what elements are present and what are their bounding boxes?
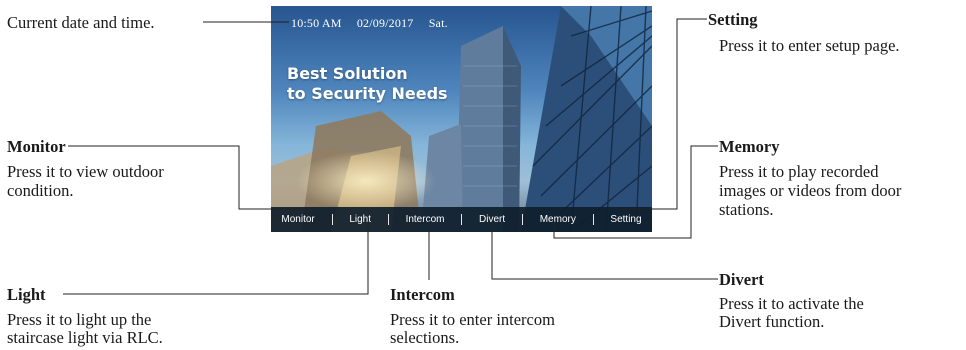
- light-desc-2: staircase light via RLC.: [7, 328, 163, 347]
- time-text: 10:50 AM: [291, 16, 342, 30]
- date-text: 02/09/2017: [356, 16, 414, 30]
- slogan-line-2: to Security Needs: [287, 84, 448, 103]
- menu-divert-button[interactable]: Divert: [475, 214, 509, 225]
- menu-divider: [592, 214, 594, 225]
- day-text: Sat.: [428, 16, 448, 30]
- menu-divider: [387, 214, 389, 225]
- menu-monitor-button[interactable]: Monitor: [277, 214, 318, 225]
- slogan-line-1: Best Solution: [287, 64, 408, 83]
- memory-desc-1: Press it to play recorded: [719, 162, 879, 181]
- monitor-title: Monitor: [7, 137, 66, 156]
- city-skyline-image: [271, 6, 652, 232]
- intercom-title: Intercom: [390, 285, 455, 304]
- light-title: Light: [7, 285, 46, 304]
- light-desc-1: Press it to light up the: [7, 310, 152, 329]
- datetime-callout: Current date and time.: [7, 13, 155, 32]
- setting-title: Setting: [708, 10, 758, 29]
- menu-bar: Monitor Light Intercom Divert Memory Set…: [271, 207, 652, 232]
- divert-desc-2: Divert function.: [719, 312, 825, 331]
- menu-memory-button[interactable]: Memory: [536, 214, 580, 225]
- intercom-desc-2: selections.: [390, 328, 460, 347]
- memory-desc-3: stations.: [719, 200, 774, 219]
- menu-divider: [461, 214, 463, 225]
- menu-divider: [521, 214, 523, 225]
- slogan: Best Solution to Security Needs: [287, 64, 448, 104]
- memory-desc-2: images or videos from door: [719, 181, 902, 200]
- monitor-desc-1: Press it to view outdoor: [7, 162, 164, 181]
- status-bar: 10:50 AM 02/09/2017 Sat.: [291, 16, 460, 31]
- menu-light-button[interactable]: Light: [345, 214, 375, 225]
- memory-title: Memory: [719, 137, 780, 156]
- monitor-desc-2: condition.: [7, 181, 74, 200]
- divert-title: Divert: [719, 270, 764, 289]
- menu-setting-button[interactable]: Setting: [606, 214, 645, 225]
- device-screen: 10:50 AM 02/09/2017 Sat. Best Solution t…: [271, 6, 652, 232]
- menu-intercom-button[interactable]: Intercom: [402, 214, 449, 225]
- intercom-desc-1: Press it to enter intercom: [390, 310, 555, 329]
- setting-desc: Press it to enter setup page.: [719, 36, 900, 55]
- divert-desc-1: Press it to activate the: [719, 294, 864, 313]
- menu-divider: [331, 214, 333, 225]
